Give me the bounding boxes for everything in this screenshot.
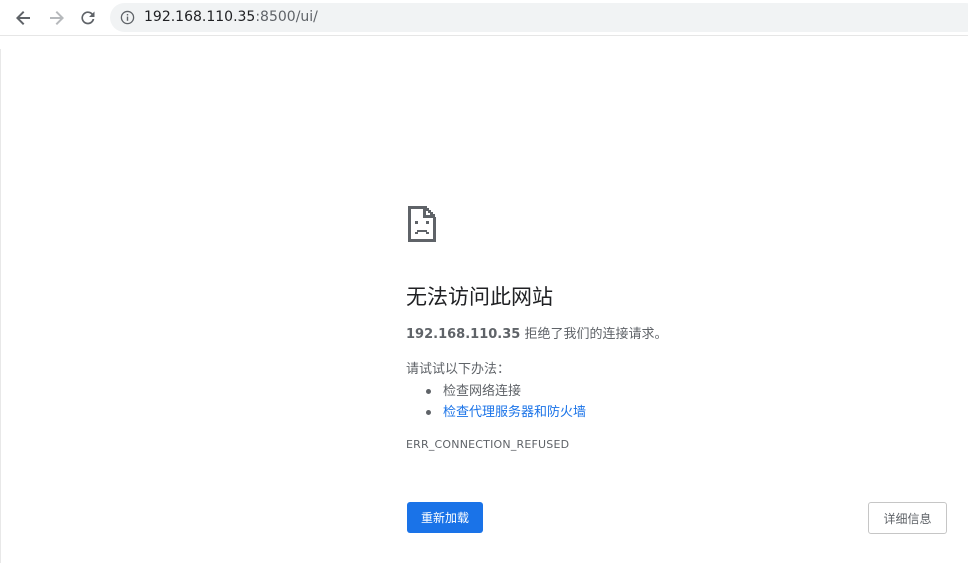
browser-toolbar: 192.168.110.35:8500/ui/ xyxy=(0,0,968,36)
reload-page-button[interactable] xyxy=(74,4,102,32)
address-bar[interactable]: 192.168.110.35:8500/ui/ xyxy=(110,3,968,32)
error-description: 192.168.110.35 拒绝了我们的连接请求。 xyxy=(406,326,667,344)
info-icon[interactable] xyxy=(120,10,135,25)
forward-arrow-icon xyxy=(50,11,64,25)
suggestion-check-network: 检查网络连接 xyxy=(443,384,522,399)
back-button[interactable] xyxy=(10,4,38,32)
forward-button[interactable] xyxy=(42,4,70,32)
url-path: :8500/ui/ xyxy=(255,9,318,25)
list-item: 检查网络连接 xyxy=(406,381,586,402)
error-host: 192.168.110.35 xyxy=(406,327,521,342)
suggestion-check-proxy-link[interactable]: 检查代理服务器和防火墙 xyxy=(443,405,586,420)
error-code: ERR_CONNECTION_REFUSED xyxy=(406,438,570,451)
suggestions-header: 请试试以下办法： xyxy=(406,362,511,377)
bullet-icon xyxy=(426,410,431,415)
sad-page-icon xyxy=(408,206,436,242)
suggestions-list: 检查网络连接 检查代理服务器和防火墙 xyxy=(406,381,586,423)
reload-icon xyxy=(81,11,95,25)
back-arrow-icon xyxy=(16,11,30,25)
error-title: 无法访问此网站 xyxy=(406,285,553,309)
details-button[interactable]: 详细信息 xyxy=(868,502,947,534)
left-divider xyxy=(0,49,1,563)
list-item: 检查代理服务器和防火墙 xyxy=(406,402,586,423)
error-description-text: 拒绝了我们的连接请求。 xyxy=(520,327,668,342)
url-text[interactable]: 192.168.110.35:8500/ui/ xyxy=(144,9,318,26)
url-host: 192.168.110.35 xyxy=(144,9,256,25)
reload-button[interactable]: 重新加载 xyxy=(407,502,483,533)
bullet-icon xyxy=(426,389,431,394)
